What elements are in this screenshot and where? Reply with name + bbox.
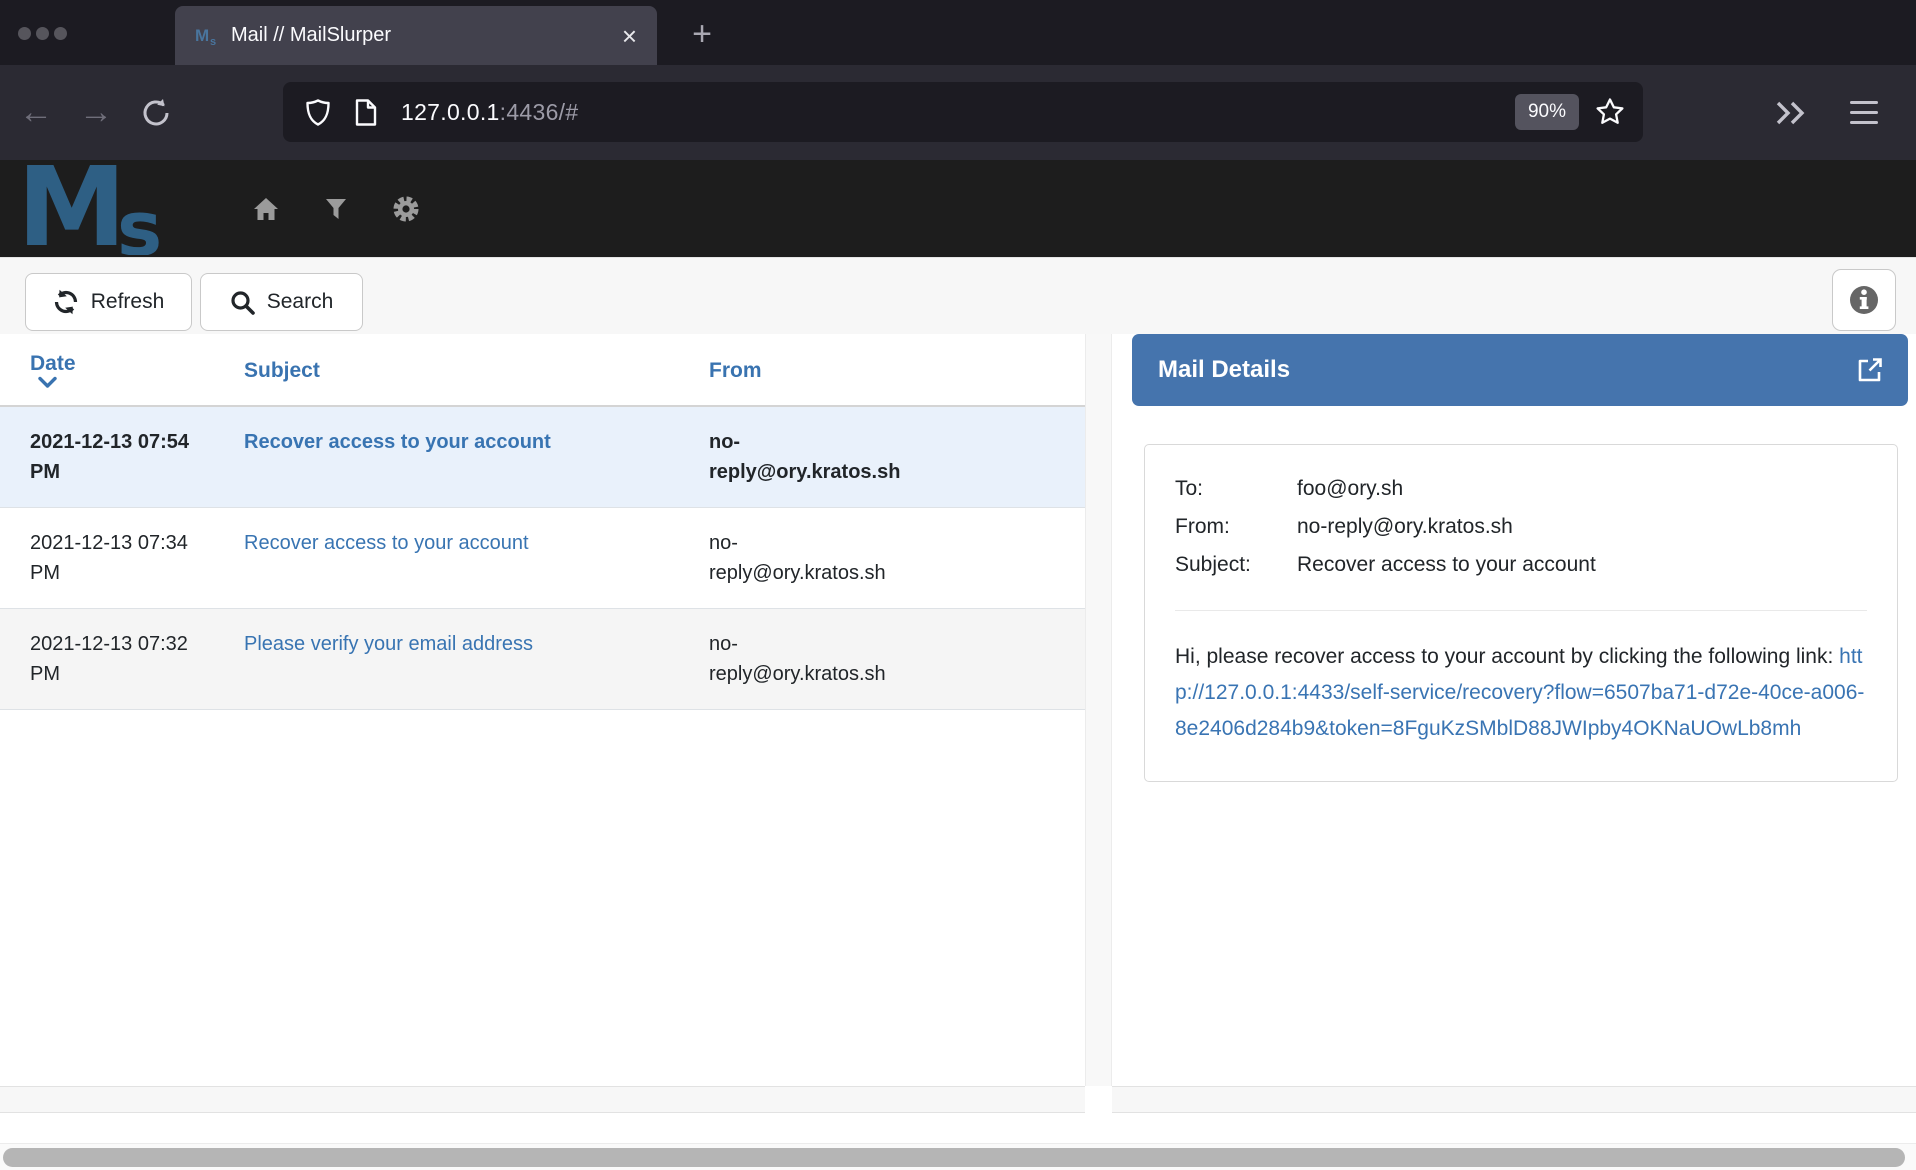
to-label: To: [1175, 473, 1297, 504]
bookmark-button[interactable] [1595, 97, 1625, 127]
bookmark-star-icon [1595, 97, 1625, 127]
mail-list-panel: Date Subject From 2021-12-13 07:54 PM Re… [0, 334, 1085, 1086]
mail-date: 2021-12-13 07:32 PM [0, 609, 220, 710]
mailslurper-browser-window: M s Mail // MailSlurper × + ← → [0, 0, 1916, 1170]
url-host: 127.0.0.1 [401, 99, 500, 125]
mail-details-panel: Mail Details To: foo@ory.sh From: no-rep… [1112, 334, 1916, 1086]
gear-icon [393, 196, 419, 222]
hamburger-icon [1850, 101, 1878, 124]
shield-icon[interactable] [306, 99, 330, 126]
mail-from: no-reply@ory.kratos.sh [685, 609, 905, 710]
from-value: no-reply@ory.kratos.sh [1297, 511, 1513, 542]
sort-desc-caret-icon [38, 376, 57, 389]
menu-button[interactable] [1838, 65, 1890, 160]
url-port-path: :4436/# [500, 99, 579, 125]
app-navbar: M s [0, 160, 1916, 257]
open-external-icon[interactable] [1856, 356, 1884, 384]
svg-text:s: s [210, 36, 216, 46]
browser-nav-toolbar: ← → 127.0.0.1:4436/# 90% [0, 65, 1916, 160]
horizontal-scrollbar-thumb[interactable] [3, 1148, 1905, 1167]
window-close-dot[interactable] [18, 27, 31, 40]
mail-row-selected[interactable]: 2021-12-13 07:54 PM Recover access to yo… [0, 406, 1085, 508]
mail-table: Date Subject From 2021-12-13 07:54 PM Re… [0, 334, 1085, 710]
details-divider [1175, 610, 1867, 611]
home-nav-button[interactable] [253, 196, 279, 222]
tab-favicon-mailslurper-icon: M s [195, 26, 219, 46]
new-tab-button[interactable]: + [682, 14, 722, 54]
main-content: Date Subject From 2021-12-13 07:54 PM Re… [0, 334, 1916, 1086]
mail-subject-link[interactable]: Recover access to your account [244, 431, 551, 453]
mail-body: Hi, please recover access to your accoun… [1175, 639, 1867, 747]
panel-footer-strip [0, 1086, 1916, 1113]
filter-nav-button[interactable] [323, 196, 349, 222]
mail-table-header-row: Date Subject From [0, 334, 1085, 406]
tab-title: Mail // MailSlurper [231, 24, 618, 47]
from-label: From: [1175, 511, 1297, 542]
browser-tab-bar: M s Mail // MailSlurper × + [0, 0, 1916, 65]
mail-details-card: To: foo@ory.sh From: no-reply@ory.kratos… [1144, 444, 1898, 782]
info-button[interactable] [1832, 269, 1896, 331]
refresh-button[interactable]: Refresh [25, 273, 192, 331]
mail-from: no-reply@ory.kratos.sh [685, 508, 905, 609]
mail-details-title: Mail Details [1158, 356, 1290, 384]
mail-date: 2021-12-13 07:54 PM [0, 406, 220, 508]
window-controls[interactable] [18, 27, 67, 40]
zoom-level-badge[interactable]: 90% [1515, 94, 1579, 130]
svg-text:M: M [22, 163, 120, 255]
mail-from: no-reply@ory.kratos.sh [685, 406, 905, 508]
refresh-icon [53, 289, 79, 315]
mail-subject: Recover access to your account [220, 406, 685, 508]
mailslurper-logo: M s [22, 163, 197, 255]
meta-row-subject: Subject: Recover access to your account [1175, 549, 1867, 580]
meta-row-from: From: no-reply@ory.kratos.sh [1175, 511, 1867, 542]
mail-row[interactable]: 2021-12-13 07:34 PM Recover access to yo… [0, 508, 1085, 609]
search-icon [230, 290, 255, 315]
svg-text:M: M [195, 26, 209, 45]
url-bar[interactable]: 127.0.0.1:4436/# 90% [283, 82, 1643, 142]
meta-row-to: To: foo@ory.sh [1175, 473, 1867, 504]
info-icon [1848, 284, 1880, 316]
back-arrow-icon: ← [19, 93, 53, 132]
horizontal-scrollbar[interactable] [0, 1143, 1916, 1170]
filter-funnel-icon [325, 198, 347, 220]
tab-close-icon[interactable]: × [618, 23, 641, 49]
subject-value: Recover access to your account [1297, 549, 1596, 580]
home-icon [253, 197, 279, 221]
reload-icon [141, 98, 171, 128]
mail-row[interactable]: 2021-12-13 07:32 PM Please verify your e… [0, 609, 1085, 710]
bottom-margin [0, 1113, 1916, 1143]
mail-date: 2021-12-13 07:34 PM [0, 508, 220, 609]
mail-subject: Recover access to your account [220, 508, 685, 609]
search-button-label: Search [267, 290, 334, 314]
mail-subject-link[interactable]: Recover access to your account [244, 532, 529, 554]
subject-label: Subject: [1175, 549, 1297, 580]
url-text[interactable]: 127.0.0.1:4436/# [401, 99, 578, 126]
window-minimize-dot[interactable] [36, 27, 49, 40]
forward-arrow-icon: → [79, 93, 113, 132]
action-toolbar: Refresh Search [0, 257, 1916, 334]
mail-details-header: Mail Details [1132, 334, 1908, 406]
double-chevron-right-icon [1774, 100, 1808, 126]
search-button[interactable]: Search [200, 273, 363, 331]
mail-body-text: Hi, please recover access to your accoun… [1175, 645, 1839, 668]
refresh-button-label: Refresh [91, 290, 165, 314]
mail-subject-link[interactable]: Please verify your email address [244, 633, 533, 655]
column-header-subject[interactable]: Subject [220, 334, 685, 406]
forward-button[interactable]: → [70, 65, 122, 160]
to-value: foo@ory.sh [1297, 473, 1403, 504]
column-header-from[interactable]: From [685, 334, 905, 406]
reload-button[interactable] [130, 65, 182, 160]
extensions-overflow-button[interactable] [1765, 65, 1817, 160]
page-info-icon[interactable] [355, 99, 377, 126]
back-button[interactable]: ← [10, 65, 62, 160]
window-maximize-dot[interactable] [54, 27, 67, 40]
browser-tab-mailslurper[interactable]: M s Mail // MailSlurper × [175, 6, 657, 65]
column-header-spacer [905, 334, 1085, 406]
svg-text:s: s [117, 184, 162, 255]
settings-nav-button[interactable] [393, 196, 419, 222]
panel-divider[interactable] [1085, 334, 1112, 1086]
mail-subject: Please verify your email address [220, 609, 685, 710]
column-header-date[interactable]: Date [0, 334, 220, 406]
